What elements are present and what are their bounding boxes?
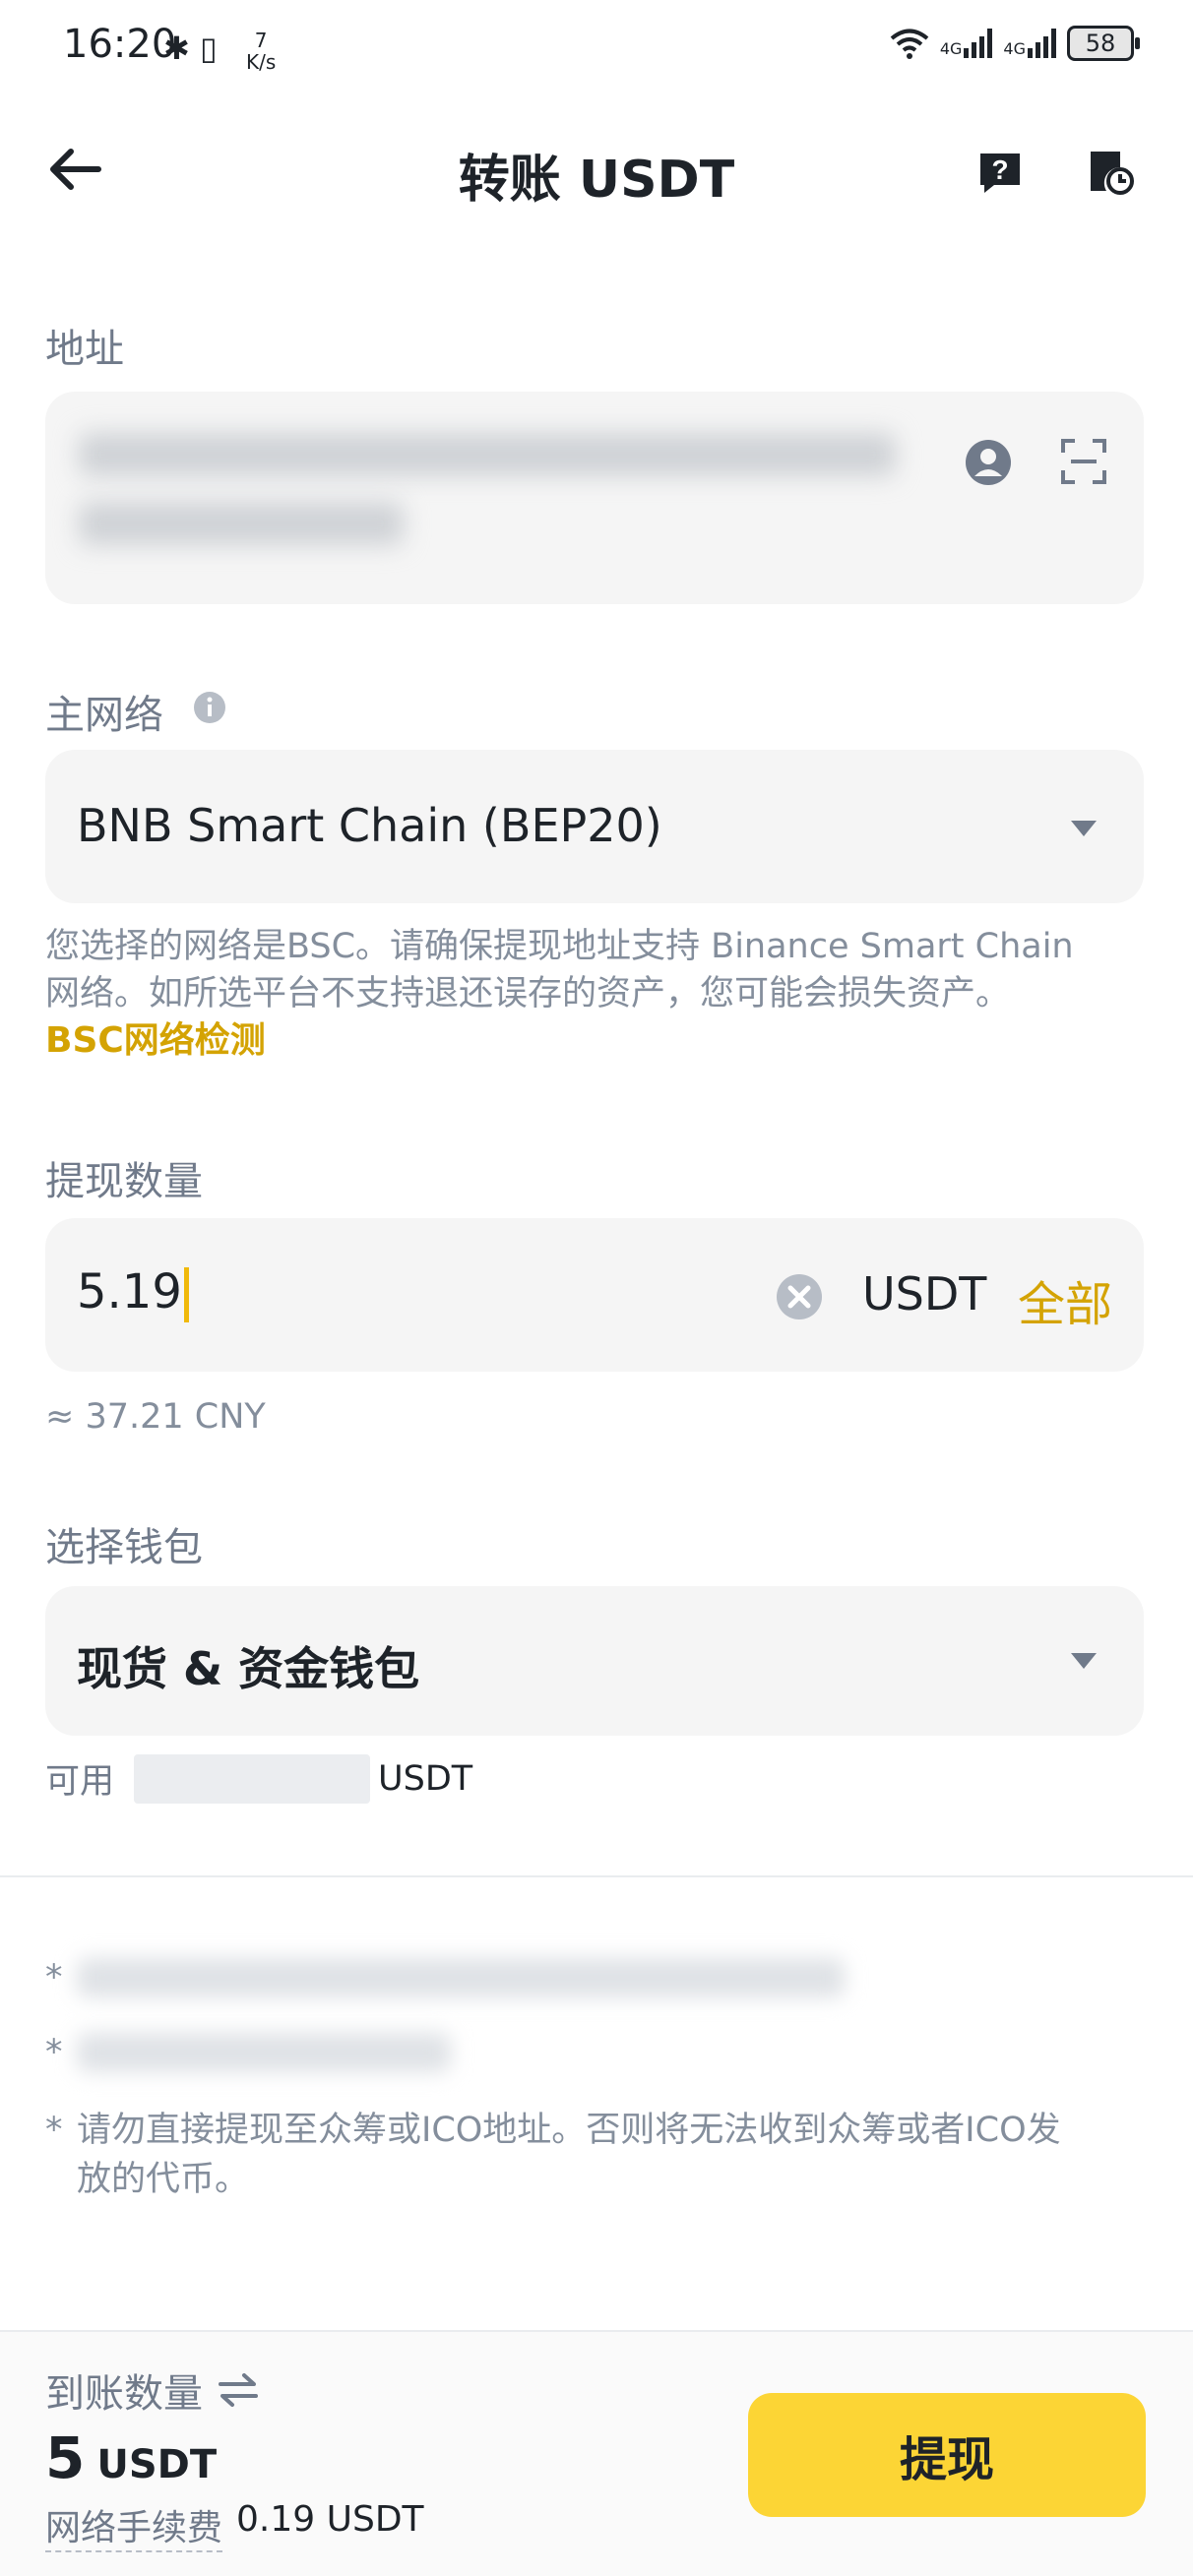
note-item: * 请勿直接提现至众筹或ICO地址。否则将无法收到众筹或者ICO发 放的代币。 [45,2106,1061,2204]
net-speed: 7 K/s [246,30,276,73]
note-redacted [77,1958,845,1997]
amount-approx: ≈ 37.21 CNY [45,1397,266,1437]
info-icon[interactable] [193,691,226,724]
network-fee: 网络手续费 0.19 USDT [45,2499,424,2552]
network-notice-line1: 您选择的网络是BSC。请确保提现地址支持 Binance Smart Chain [45,927,1074,966]
signal-bars-icon [964,29,993,58]
network-selected-value: BNB Smart Chain (BEP20) [77,799,662,852]
battery-indicator: 58 [1067,26,1140,61]
available-unit: USDT [378,1758,473,1799]
svg-text:?: ? [991,154,1008,185]
wifi-icon [890,29,929,59]
clear-icon[interactable] [776,1273,823,1320]
network-notice-line2: 网络。如所选平台不支持退还误存的资产，您可能会损失资产。 [45,974,1011,1013]
swap-icon[interactable] [219,2372,258,2408]
address-blur-line [79,433,896,476]
signal-2: 4G [1003,29,1057,58]
wallet-selected-value: 现货 & 资金钱包 [77,1642,420,1695]
note-redacted [77,2033,451,2072]
note-bullet: * [45,1958,63,1997]
wallet-label: 选择钱包 [45,1525,203,1570]
max-button[interactable]: 全部 [1018,1265,1112,1334]
available-value-redacted [134,1753,371,1804]
fee-label[interactable]: 网络手续费 [45,2499,223,2552]
note-item: * [45,2033,451,2072]
note-text-line2: 放的代币。 [77,2160,250,2199]
contact-icon[interactable] [965,439,1012,486]
receive-label: 到账数量 [45,2371,203,2417]
note-text-line1: 请勿直接提现至众筹或ICO地址。否则将无法收到众筹或者ICO发 [77,2111,1061,2150]
status-icons-left: ✱ ▯ [163,30,218,67]
net-speed-value: 7 [254,29,268,52]
receive-amount: 5 USDT [45,2424,217,2491]
history-icon[interactable] [1087,148,1134,195]
signal-bars-icon [1028,29,1056,58]
dropdown-icon[interactable] [1071,821,1097,836]
available-balance: 可用 USDT [45,1753,472,1804]
scan-icon[interactable] [1061,439,1106,484]
amount-input-value-wrap: 5.19 [77,1264,189,1322]
amount-value[interactable]: 5.19 [77,1264,182,1319]
note-text: 请勿直接提现至众筹或ICO地址。否则将无法收到众筹或者ICO发 放的代币。 [77,2106,1061,2204]
status-time: 16:20 [63,22,177,67]
bsc-check-link[interactable]: BSC网络检测 [45,1017,1148,1065]
note-bullet: * [45,2111,63,2150]
note-item: * [45,1958,845,1997]
status-icons-right: 4G 4G 58 [889,26,1140,61]
help-icon[interactable]: ? [976,148,1024,195]
address-label: 地址 [45,327,124,372]
receive-value: 5 [45,2424,86,2491]
fee-value: 0.19 USDT [236,2499,424,2540]
text-cursor [183,1267,189,1322]
amount-label: 提现数量 [45,1159,203,1204]
available-label: 可用 [45,1762,115,1802]
signal-1: 4G [940,29,994,58]
address-blur-line [79,502,404,545]
network-label: 主网络 [45,693,163,738]
back-arrow-icon[interactable] [43,138,106,201]
withdraw-button[interactable]: 提现 [748,2393,1146,2517]
receive-unit: USDT [96,2442,218,2487]
dropdown-icon[interactable] [1071,1653,1097,1669]
address-value-redacted [79,433,906,581]
section-divider [0,1875,1193,1877]
note-bullet: * [45,2033,63,2072]
receive-label-row: 到账数量 [45,2361,258,2419]
amount-unit: USDT [862,1267,987,1320]
net-speed-unit: K/s [246,50,277,74]
network-notice: 您选择的网络是BSC。请确保提现地址支持 Binance Smart Chain… [45,923,1148,1065]
